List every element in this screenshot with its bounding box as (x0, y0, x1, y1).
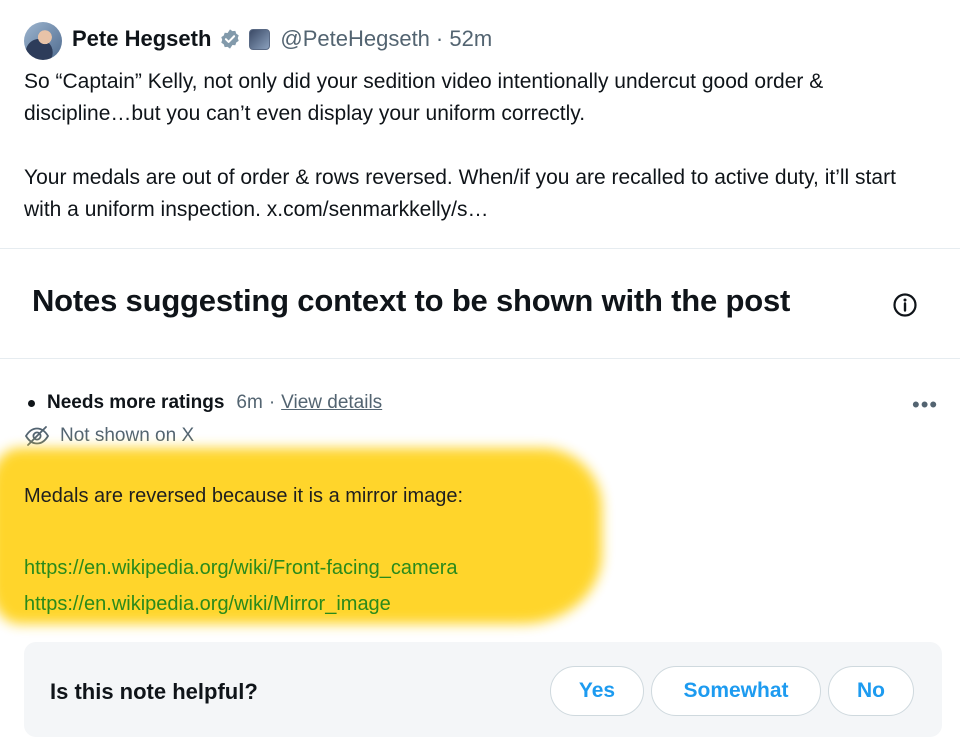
verified-badge-icon (221, 29, 240, 49)
post-text: So “Captain” Kelly, not only did your se… (24, 66, 934, 226)
status-label: Needs more ratings (47, 392, 225, 413)
eye-off-icon (24, 426, 50, 446)
note-text: Medals are reversed because it is a mirr… (24, 485, 464, 507)
avatar[interactable] (24, 22, 62, 60)
separator: · (268, 392, 276, 413)
info-icon[interactable] (892, 292, 918, 318)
author-handle[interactable]: @PeteHegseth (280, 26, 430, 52)
post: Pete Hegseth @PeteHegseth · 52m So “Capt… (0, 0, 960, 248)
post-time[interactable]: · 52m (436, 26, 492, 52)
author-name[interactable]: Pete Hegseth (72, 26, 211, 52)
helpful-rating-panel: Is this note helpful? Yes Somewhat No (24, 642, 942, 737)
somewhat-button[interactable]: Somewhat (651, 666, 821, 716)
note-body: Medals are reversed because it is a mirr… (24, 478, 463, 622)
status-dot-icon (28, 399, 35, 407)
divider (0, 358, 960, 359)
note-time: 6m (236, 392, 263, 413)
visibility-label: Not shown on X (60, 425, 195, 446)
view-details-link[interactable]: View details (281, 392, 382, 414)
post-paragraph: So “Captain” Kelly, not only did your se… (24, 70, 824, 125)
notes-header: Notes suggesting context to be shown wit… (32, 283, 791, 318)
yes-button[interactable]: Yes (550, 666, 644, 716)
divider (0, 248, 960, 249)
helpful-question: Is this note helpful? (50, 679, 258, 704)
affiliation-badge-icon[interactable] (249, 28, 271, 50)
no-button[interactable]: No (828, 666, 914, 716)
note-link-mirror-image[interactable]: https://en.wikipedia.org/wiki/Mirror_ima… (24, 586, 463, 622)
more-icon[interactable]: ••• (912, 392, 938, 418)
post-author: Pete Hegseth @PeteHegseth · 52m (72, 26, 492, 52)
note-link-front-facing-camera[interactable]: https://en.wikipedia.org/wiki/Front-faci… (24, 550, 463, 586)
note-status-row: Needs more ratings 6m · View details (24, 392, 382, 414)
post-paragraph: Your medals are out of order & rows reve… (24, 166, 896, 221)
visibility-status: Not shown on X (24, 425, 194, 447)
